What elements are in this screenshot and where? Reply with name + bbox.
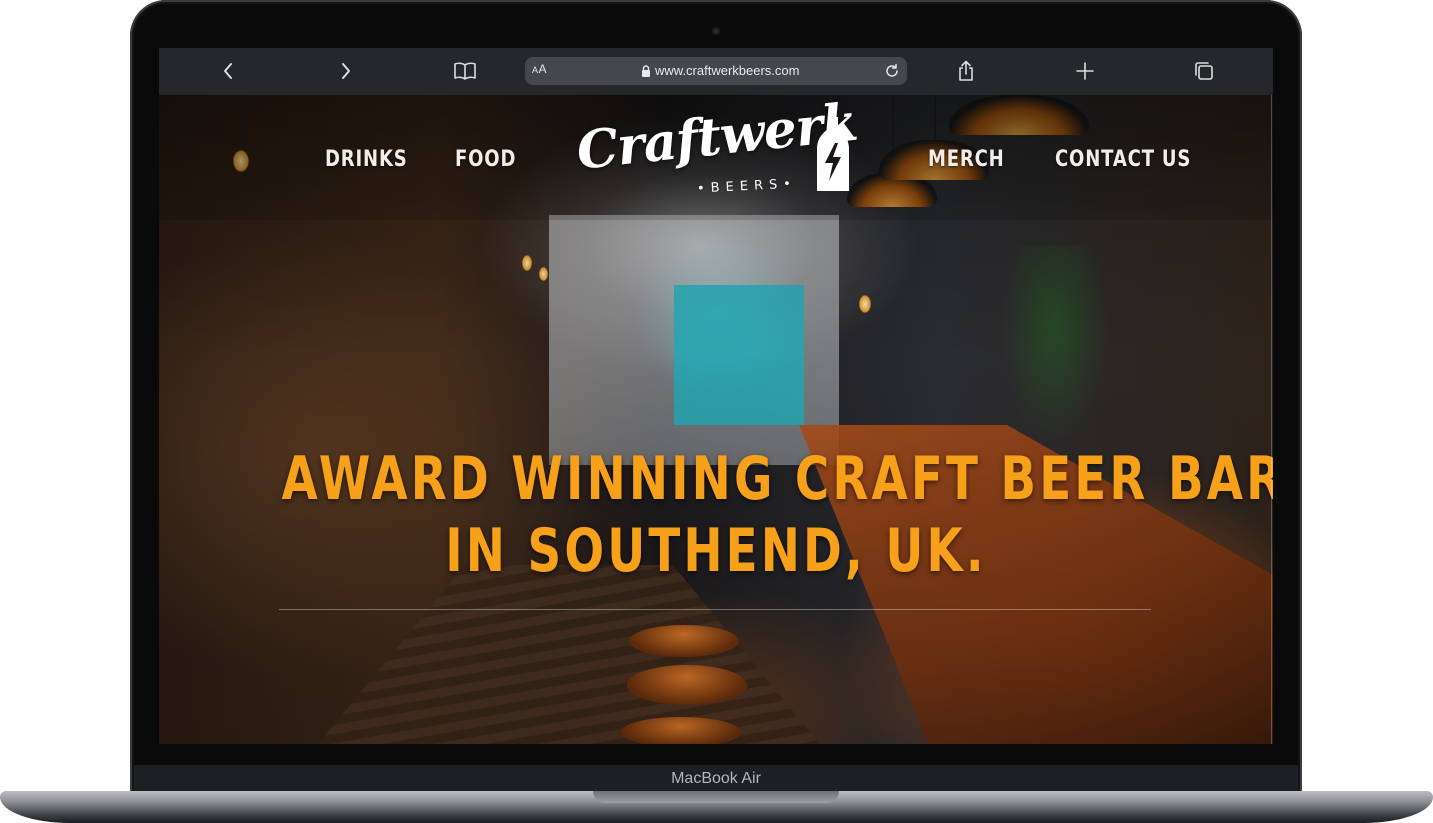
url-text[interactable]: www.craftwerkbeers.com xyxy=(655,63,799,78)
bookmarks-button[interactable] xyxy=(450,56,480,86)
device-label: MacBook Air xyxy=(671,770,761,787)
nav-link-drinks[interactable]: DRINKS xyxy=(325,147,408,172)
laptop-screen: AA www.craftwerkbeers.com DRINKS FOOD Cr… xyxy=(159,48,1273,744)
nav-link-merch[interactable]: MERCH xyxy=(928,147,1005,172)
text-size-button[interactable]: AA xyxy=(532,62,547,76)
forward-button[interactable] xyxy=(331,56,361,86)
chevron-left-icon xyxy=(224,63,232,79)
site-header: DRINKS FOOD Craftwerk •BEERS• MERCH CONT… xyxy=(159,92,1273,220)
back-button[interactable] xyxy=(213,56,243,86)
reload-icon[interactable] xyxy=(883,62,901,80)
browser-toolbar: AA www.craftwerkbeers.com xyxy=(159,48,1273,95)
tabs-icon xyxy=(1195,62,1213,80)
headline-line-2: IN SOUTHEND, UK. xyxy=(445,516,987,586)
screen-edge-line xyxy=(1271,95,1272,744)
nav-link-food[interactable]: FOOD xyxy=(455,147,516,172)
chevron-right-icon xyxy=(342,63,350,79)
headline-line-1: AWARD WINNING CRAFT BEER BAR xyxy=(281,444,1273,514)
site-logo[interactable]: Craftwerk •BEERS• xyxy=(574,92,860,227)
share-icon xyxy=(959,60,973,81)
plus-icon xyxy=(1076,62,1094,80)
tabs-button[interactable] xyxy=(1189,56,1219,86)
new-tab-button[interactable] xyxy=(1070,56,1100,86)
logo-tagline: •BEERS• xyxy=(696,176,798,197)
nav-link-contact-us[interactable]: CONTACT US xyxy=(1055,147,1191,172)
camera-icon xyxy=(712,27,720,35)
book-icon xyxy=(454,62,476,80)
laptop-opening-notch xyxy=(593,791,839,803)
hero-divider xyxy=(279,609,1151,610)
lock-icon xyxy=(642,65,650,77)
bottle-lightning-icon xyxy=(817,117,849,191)
address-bar[interactable]: AA www.craftwerkbeers.com xyxy=(525,57,907,85)
hero-headline: AWARD WINNING CRAFT BEER BAR IN SOUTHEND… xyxy=(159,443,1273,587)
share-button[interactable] xyxy=(951,56,981,86)
